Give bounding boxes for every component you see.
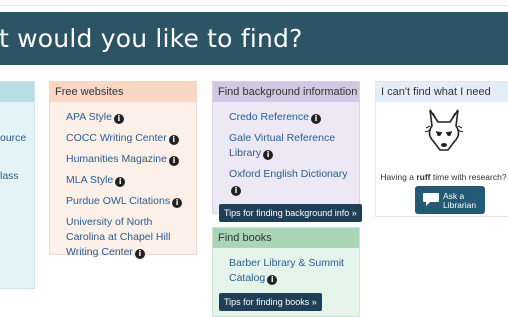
info-icon[interactable]: i	[168, 156, 179, 166]
panel-title: Find background information	[213, 82, 359, 102]
search-banner: t would you like to find?	[0, 12, 508, 65]
link-humanities-magazine[interactable]: Humanities Magazine i	[66, 152, 190, 167]
panel-title: I can't find what I need	[376, 82, 508, 102]
info-icon[interactable]: i	[310, 114, 321, 124]
find-books-panel: Find books Barber Library & Summit Catal…	[212, 227, 360, 317]
info-icon[interactable]: i	[134, 249, 145, 259]
info-icon[interactable]: i	[113, 114, 124, 124]
banner-title: t would you like to find?	[0, 24, 303, 53]
info-icon[interactable]: i	[115, 177, 126, 187]
books-tips-button[interactable]: Tips for finding books »	[219, 293, 322, 311]
info-icon[interactable]: i	[172, 198, 183, 208]
link-apa-style[interactable]: APA Style i	[66, 110, 190, 125]
ask-a-librarian-button[interactable]: Ask a Librarian	[415, 186, 485, 214]
link-oxford-english-dictionary[interactable]: Oxford English Dictionaryi	[229, 167, 353, 197]
info-icon[interactable]: i	[168, 135, 179, 145]
panel-title: Find books	[213, 228, 359, 248]
free-websites-panel: Free websites APA Style i COCC Writing Ce…	[49, 81, 197, 259]
link-gale-virtual-reference[interactable]: Gale Virtual Reference Library i	[229, 131, 353, 161]
link-mla-style[interactable]: MLA Style i	[66, 173, 190, 188]
link-credo-reference[interactable]: Credo Reference i	[229, 110, 353, 125]
cant-find-panel: I can't find what I need Having a ruff t…	[375, 81, 508, 217]
left-panel-link-fragment[interactable]: ource	[0, 132, 26, 144]
panel-title: Free websites	[50, 82, 196, 102]
info-icon[interactable]: i	[267, 275, 278, 285]
link-unc-writing-center[interactable]: University of North Carolina at Chapel H…	[66, 215, 190, 260]
background-info-panel: Find background information Credo Refere…	[212, 81, 362, 222]
left-panel-link-fragment[interactable]: lass	[0, 170, 19, 182]
info-icon[interactable]: i	[231, 186, 241, 196]
link-purdue-owl[interactable]: Purdue OWL Citations i	[66, 194, 190, 209]
info-icon[interactable]: i	[263, 150, 274, 160]
ruff-tagline: Having a ruff time with research?	[380, 172, 507, 182]
left-panel-partial: ource lass	[0, 81, 35, 289]
top-divider	[0, 0, 508, 6]
left-panel-header	[0, 82, 34, 102]
fox-mascot-icon	[424, 109, 464, 151]
link-barber-library-catalog[interactable]: Barber Library & Summit Catalog i	[229, 256, 353, 286]
chat-bubble-icon	[423, 193, 439, 206]
link-cocc-writing-center[interactable]: COCC Writing Center i	[66, 131, 190, 146]
background-tips-button[interactable]: Tips for finding background info »	[219, 204, 362, 222]
